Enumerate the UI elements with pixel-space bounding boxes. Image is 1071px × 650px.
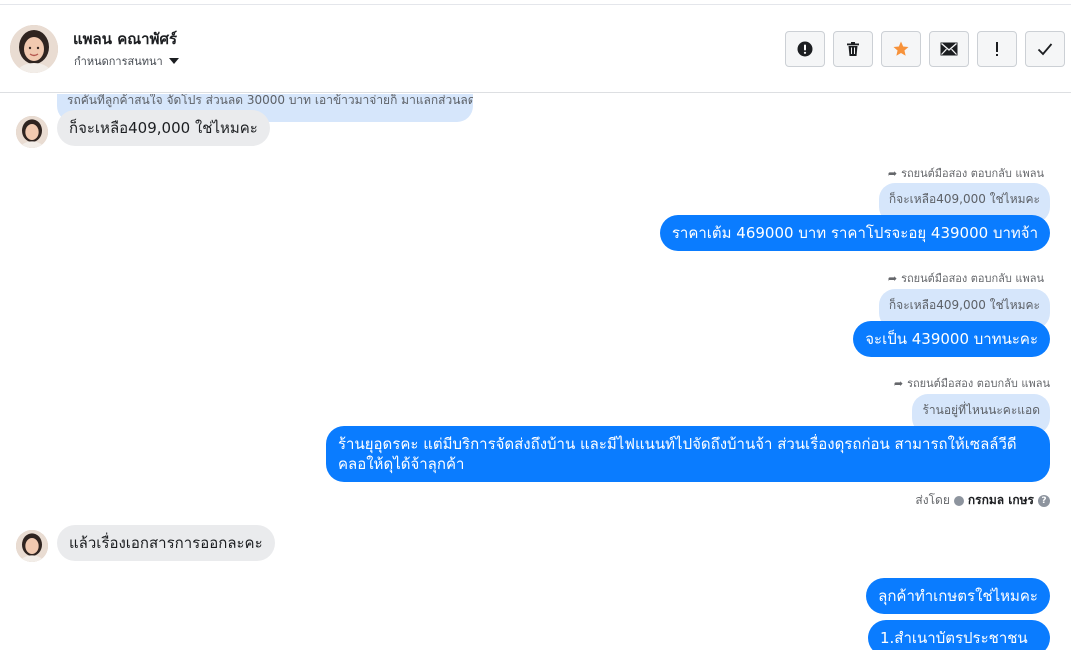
sender-avatar[interactable]	[16, 116, 48, 148]
outgoing-message-bubble[interactable]: ราคาเต้ม 469000 บาท ราคาโปรจะอยุ 439000 …	[659, 215, 1050, 251]
message-text: ลุกค้าทำเกษตรใช่ไหมคะ	[878, 587, 1038, 605]
follow-up-button[interactable]	[977, 31, 1017, 67]
reply-indicator-text: รถยนต์มือสอง ตอบกลับ แพลน	[907, 377, 1050, 390]
reply-arrow-icon: ➦	[887, 166, 898, 180]
conversation-header: แพลน คณาพัศร์ กำหนดการสนทนา	[0, 5, 1071, 93]
sent-by-line: ส่งโดย กรกมล เกษร ?	[915, 491, 1050, 510]
sent-by-name[interactable]: กรกมล เกษร	[968, 491, 1034, 510]
reply-indicator-text: รถยนต์มือสอง ตอบกลับ แพลน	[901, 167, 1044, 180]
contact-avatar[interactable]	[10, 25, 58, 73]
checkmark-icon	[1037, 43, 1053, 56]
verified-icon	[953, 495, 964, 506]
star-button[interactable]	[881, 31, 921, 67]
trash-icon	[847, 42, 859, 56]
message-text: จะเป็น 439000 บาทนะคะ	[865, 330, 1038, 348]
reply-indicator: ➦ รถยนต์มือสอง ตอบกลับ แพลน	[894, 374, 1050, 392]
delete-button[interactable]	[833, 31, 873, 67]
assign-conversation-dropdown[interactable]: กำหนดการสนทนา	[74, 52, 179, 70]
conversation-actions	[785, 31, 1065, 67]
star-icon	[893, 41, 909, 56]
outgoing-message-bubble[interactable]: ลุกค้าทำเกษตรใช่ไหมคะ	[866, 578, 1050, 614]
mark-unread-button[interactable]	[929, 31, 969, 67]
incoming-message-bubble[interactable]: แล้วเรื่องเอกสารการออกละคะ	[57, 525, 275, 561]
message-text-line-1: ร้านยุอุดรคะ แต่มีบริการจัดส่งถึงบ้าน แล…	[338, 435, 1017, 453]
reply-indicator: ➦ รถยนต์มือสอง ตอบกลับ แพลน	[888, 164, 1044, 182]
reply-arrow-icon: ➦	[887, 271, 898, 285]
report-spam-button[interactable]	[785, 31, 825, 67]
partial-message-text: รถคันที่ลูกค้าสนใจ จัดโปร ส่วนลด 30000 บ…	[67, 94, 473, 107]
message-text: 1.สำเนาบัตรประชาชน	[880, 629, 1028, 647]
outgoing-message-bubble[interactable]: จะเป็น 439000 บาทนะคะ	[853, 321, 1050, 357]
outgoing-message-bubble[interactable]: ร้านยุอุดรคะ แต่มีบริการจัดส่งถึงบ้าน แล…	[326, 426, 1050, 482]
message-thread[interactable]: รถคันที่ลูกค้าสนใจ จัดโปร ส่วนลด 30000 บ…	[0, 94, 1071, 650]
mark-done-button[interactable]	[1025, 31, 1065, 67]
assign-label: กำหนดการสนทนา	[74, 55, 163, 68]
reply-indicator-text: รถยนต์มือสอง ตอบกลับ แพลน	[901, 272, 1044, 285]
outgoing-message-bubble[interactable]: 1.สำเนาบัตรประชาชน	[868, 620, 1050, 650]
alert-circle-icon	[797, 41, 813, 57]
reply-arrow-icon: ➦	[893, 376, 904, 390]
envelope-icon	[940, 42, 958, 56]
incoming-message-bubble[interactable]: ก็จะเหลือ409,000 ใช่ไหมคะ	[57, 110, 270, 146]
message-text: แล้วเรื่องเอกสารการออกละคะ	[69, 534, 263, 552]
sender-avatar[interactable]	[16, 530, 48, 562]
message-text: ราคาเต้ม 469000 บาท ราคาโปรจะอยุ 439000 …	[671, 224, 1038, 242]
caret-down-icon	[168, 58, 179, 64]
message-text: ก็จะเหลือ409,000 ใช่ไหมคะ	[69, 119, 258, 137]
sent-by-label: ส่งโดย	[915, 493, 950, 507]
exclamation-icon	[996, 42, 998, 56]
quoted-message-text: ก็จะเหลือ409,000 ใช่ไหมคะ	[888, 298, 1040, 312]
quoted-message-text: ร้านอยู่ที่ไหนนะคะแอด	[922, 403, 1040, 417]
help-icon[interactable]: ?	[1038, 494, 1050, 507]
contact-name[interactable]: แพลน คณาพัศร์	[73, 27, 177, 51]
message-text-line-2: คลอให้ดุได้จ้าลุกค้า	[338, 455, 465, 473]
quoted-message-text: ก็จะเหลือ409,000 ใช่ไหมคะ	[888, 192, 1040, 206]
reply-indicator: ➦ รถยนต์มือสอง ตอบกลับ แพลน	[888, 269, 1044, 287]
